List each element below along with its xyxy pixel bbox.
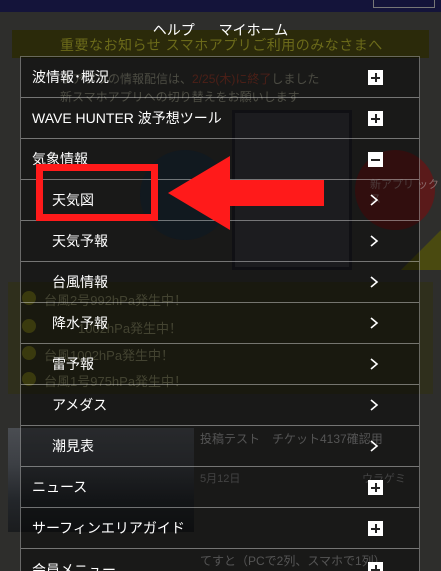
- chevron-right-icon: [370, 399, 379, 411]
- plus-icon[interactable]: [368, 562, 383, 571]
- menu-item-label: ニュース: [32, 479, 88, 495]
- menu-item-thunder-forecast[interactable]: 雷予報: [21, 344, 419, 385]
- menu-item-amedas[interactable]: アメダス: [21, 385, 419, 426]
- menu-item-rain-forecast[interactable]: 降水予報: [21, 303, 419, 344]
- menu-item-label: 降水予報: [52, 315, 108, 331]
- chevron-right-icon: [370, 440, 379, 452]
- menu-item-tide-table[interactable]: 潮見表: [21, 426, 419, 467]
- menu-item-label: 台風情報: [52, 274, 108, 290]
- menu-item-label: 天気予報: [52, 233, 108, 249]
- chevron-right-icon: [370, 358, 379, 370]
- chevron-right-icon: [370, 317, 379, 329]
- menu-item-label: WAVE HUNTER 波予想ツール: [32, 110, 222, 126]
- chevron-right-icon: [370, 194, 379, 206]
- plus-icon[interactable]: [368, 111, 383, 126]
- chevron-right-icon: [370, 276, 379, 288]
- plus-icon[interactable]: [368, 70, 383, 85]
- nav-menu: 波情報･概況 WAVE HUNTER 波予想ツール 気象情報 天気図 天気予報 …: [20, 56, 420, 571]
- menu-item-typhoon[interactable]: 台風情報: [21, 262, 419, 303]
- menu-item-label: サーフィンエリアガイド: [32, 520, 185, 536]
- menu-item-member-menu[interactable]: 会員メニュー: [21, 549, 419, 571]
- menu-item-label: 会員メニュー: [32, 561, 116, 571]
- menu-item-label: 潮見表: [52, 438, 94, 454]
- myhome-link[interactable]: マイホーム: [219, 22, 289, 38]
- minus-icon[interactable]: [368, 152, 383, 167]
- menu-item-news[interactable]: ニュース: [21, 467, 419, 508]
- chevron-right-icon: [370, 235, 379, 247]
- menu-item-label: アメダス: [52, 397, 108, 413]
- menu-item-surf-area-guide[interactable]: サーフィンエリアガイド: [21, 508, 419, 549]
- topbar-button: [373, 0, 435, 8]
- menu-item-label: 雷予報: [52, 356, 94, 372]
- plus-icon[interactable]: [368, 480, 383, 495]
- menu-item-wave-info[interactable]: 波情報･概況: [21, 57, 419, 98]
- red-arrow-left-icon: [168, 156, 324, 230]
- header-links: ヘルプ マイホーム: [0, 20, 441, 40]
- plus-icon[interactable]: [368, 521, 383, 536]
- help-link[interactable]: ヘルプ: [153, 22, 195, 38]
- highlight-box: [36, 164, 158, 221]
- menu-item-wave-hunter[interactable]: WAVE HUNTER 波予想ツール: [21, 98, 419, 139]
- menu-item-label: 波情報･概況: [32, 69, 109, 85]
